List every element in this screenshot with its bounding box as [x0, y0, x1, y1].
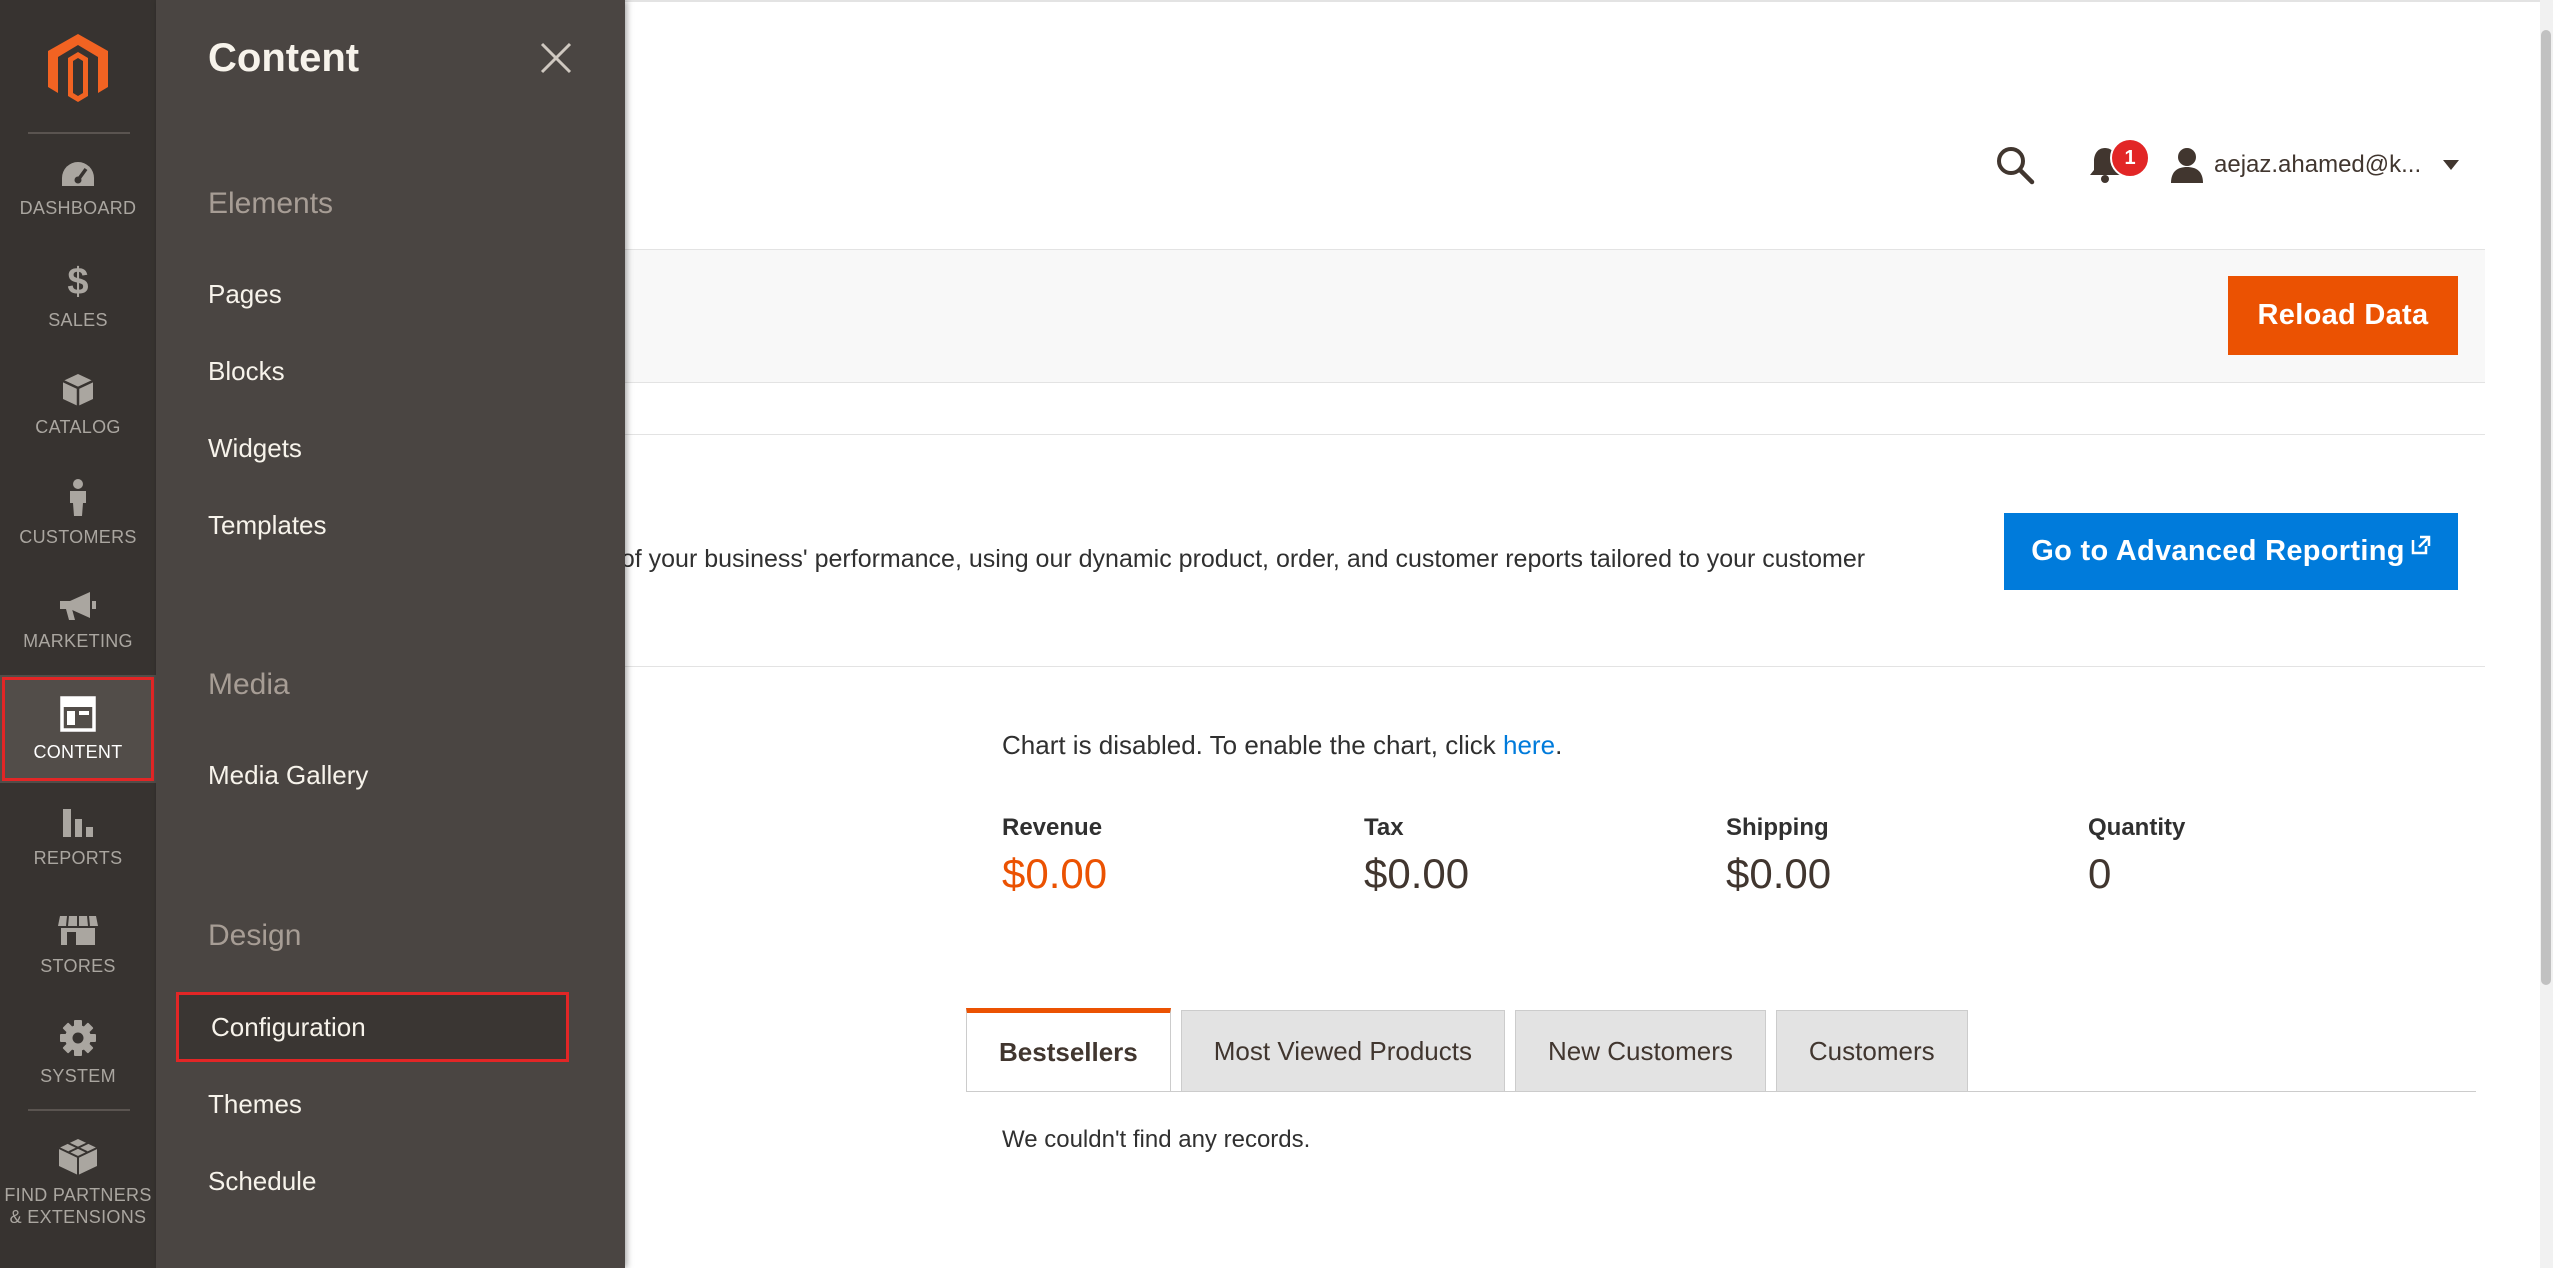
submenu-item-widgets[interactable]: Widgets	[208, 433, 302, 464]
header-actions: 1 aejaz.ahamed@k...	[1990, 138, 2460, 190]
submenu-item-configuration[interactable]: Configuration	[176, 992, 569, 1062]
submenu-title: Content	[208, 36, 360, 80]
total-label: Revenue	[1002, 814, 1103, 841]
reload-data-button[interactable]: Reload Data	[2228, 276, 2458, 355]
tab-new-customers[interactable]: New Customers	[1514, 1010, 1766, 1092]
top-border	[625, 0, 2540, 2]
admin-sidebar: DASHBOARD $ SALES CATALOG CUSTOMERS MARK…	[0, 0, 156, 1268]
dashboard-totals: Revenue $0.00 Tax $0.00 Shipping $0.00 Q…	[1002, 814, 2450, 898]
nav-item-label: STORES	[40, 956, 116, 976]
magento-logo-icon[interactable]	[40, 30, 116, 106]
dashboard-tabs: Bestsellers Most Viewed Products New Cus…	[966, 1008, 1978, 1092]
nav-item-label: DASHBOARD	[19, 198, 137, 218]
go-to-advanced-reporting-button[interactable]: Go to Advanced Reporting	[2004, 513, 2458, 590]
megaphone-icon	[60, 592, 96, 620]
nav-item-label: CATALOG	[35, 417, 121, 437]
divider	[625, 434, 2485, 435]
box-icon	[62, 374, 94, 406]
nav-item-label: REPORTS	[33, 848, 123, 868]
nav-item-label: MARKETING	[23, 631, 133, 651]
total-shipping: Shipping $0.00	[1726, 814, 2088, 898]
nav-item-marketing[interactable]: MARKETING	[0, 567, 156, 675]
total-quantity: Quantity 0	[2088, 814, 2450, 898]
nav-item-content[interactable]: CONTENT	[0, 675, 156, 783]
submenu-item-templates[interactable]: Templates	[208, 510, 327, 541]
nav-item-label: SYSTEM	[40, 1066, 116, 1086]
chart-disabled-suffix: .	[1555, 730, 1563, 760]
nav-item-label: CONTENT	[33, 742, 123, 762]
section-title-design: Design	[208, 919, 302, 952]
nav-item-catalog[interactable]: CATALOG	[0, 351, 156, 459]
divider	[28, 132, 130, 134]
tab-customers[interactable]: Customers	[1775, 1010, 1968, 1092]
empty-grid-message: We couldn't find any records.	[1002, 1126, 1311, 1153]
chevron-down-icon	[2443, 160, 2460, 170]
external-link-icon	[2411, 535, 2430, 554]
cubes-icon	[58, 1139, 98, 1175]
nav-item-system[interactable]: SYSTEM	[0, 999, 156, 1107]
total-label: Tax	[1364, 814, 1404, 841]
submenu-item-schedule[interactable]: Schedule	[208, 1166, 316, 1197]
nav-item-reports[interactable]: REPORTS	[0, 783, 156, 891]
submenu-item-media-gallery[interactable]: Media Gallery	[208, 760, 368, 791]
total-value: 0	[2088, 850, 2112, 897]
total-value: $0.00	[1002, 850, 1108, 897]
divider	[28, 1109, 130, 1111]
content-submenu: Content Elements Pages Blocks Widgets Te…	[156, 0, 625, 1268]
nav-item-label: CUSTOMERS	[19, 527, 137, 547]
store-icon	[58, 915, 98, 945]
dollar-icon: $	[67, 261, 89, 303]
notifications-button[interactable]: 1	[2080, 138, 2150, 190]
total-label: Shipping	[1726, 814, 1829, 841]
submenu-item-pages[interactable]: Pages	[208, 279, 282, 310]
submenu-item-themes[interactable]: Themes	[208, 1089, 302, 1120]
search-icon[interactable]	[1990, 140, 2040, 190]
page-actions-bar	[625, 249, 2485, 383]
advanced-reporting-label: Go to Advanced Reporting	[2031, 535, 2405, 567]
enable-chart-link[interactable]: here	[1503, 730, 1555, 760]
section-title-media: Media	[208, 668, 290, 701]
nav-item-dashboard[interactable]: DASHBOARD	[0, 135, 156, 243]
tab-most-viewed-products[interactable]: Most Viewed Products	[1180, 1010, 1505, 1092]
divider	[625, 666, 2485, 667]
layout-icon	[60, 696, 96, 732]
section-title-elements: Elements	[208, 187, 334, 220]
total-value: $0.00	[1364, 850, 1470, 897]
chart-disabled-text: Chart is disabled. To enable the chart, …	[1002, 730, 1504, 760]
bar-chart-icon	[63, 809, 93, 837]
person-icon	[70, 479, 86, 516]
nav-item-find-partners[interactable]: FIND PARTNERS & EXTENSIONS	[0, 1118, 156, 1248]
total-value: $0.00	[1726, 850, 1832, 897]
nav-item-label: SALES	[48, 310, 108, 330]
notification-count-badge: 1	[2110, 138, 2150, 178]
chart-disabled-message: Chart is disabled. To enable the chart, …	[1002, 730, 1562, 761]
total-label: Quantity	[2088, 814, 2186, 841]
gear-icon	[60, 1020, 96, 1056]
user-account-menu[interactable]: aejaz.ahamed@k...	[2170, 147, 2460, 183]
nav-item-sales[interactable]: $ SALES	[0, 243, 156, 351]
total-tax: Tax $0.00	[1364, 814, 1726, 898]
dashboard-icon	[62, 162, 94, 186]
tab-underline	[966, 1091, 2476, 1092]
submenu-item-blocks[interactable]: Blocks	[208, 356, 285, 387]
advanced-reporting-description: d of your business' performance, using o…	[600, 545, 1866, 573]
nav-item-customers[interactable]: CUSTOMERS	[0, 459, 156, 567]
user-icon	[2171, 148, 2203, 183]
nav-item-stores[interactable]: STORES	[0, 891, 156, 999]
user-name: aejaz.ahamed@k...	[2214, 151, 2422, 178]
total-revenue: Revenue $0.00	[1002, 814, 1364, 898]
scrollbar-thumb[interactable]	[2541, 30, 2551, 985]
nav-item-label: FIND PARTNERS & EXTENSIONS	[4, 1185, 152, 1227]
close-icon[interactable]	[536, 38, 576, 78]
tab-bestsellers[interactable]: Bestsellers	[966, 1008, 1171, 1092]
